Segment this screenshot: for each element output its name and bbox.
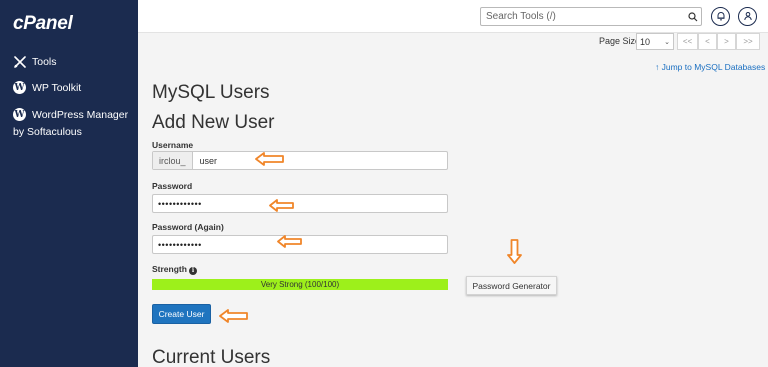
password-again-label: Password (Again): [152, 222, 224, 232]
user-icon: [743, 8, 753, 26]
page-size-value: 10: [640, 36, 651, 47]
sidebar-item-wp-toolkit[interactable]: W WP Toolkit: [13, 81, 81, 94]
chevron-down-icon: ⌄: [664, 38, 670, 46]
topbar: Search Tools (/): [138, 0, 768, 33]
strength-text: Very Strong (100/100): [260, 280, 340, 289]
notifications-button[interactable]: [711, 7, 730, 26]
page-size-select[interactable]: 10 ⌄: [636, 33, 674, 50]
password-generator-button[interactable]: Password Generator: [466, 276, 557, 295]
sidebar-item-sublabel[interactable]: by Softaculous: [13, 126, 82, 138]
page-size-label: Page Size: [599, 36, 641, 46]
cpanel-logo[interactable]: cPanel: [13, 13, 73, 35]
sidebar: cPanel Tools W WP Toolkit W WordPress Ma…: [0, 0, 138, 367]
sidebar-item-label: WordPress Manager: [32, 108, 129, 121]
annotation-arrow-down-icon: [507, 239, 522, 264]
jump-to-databases-link[interactable]: ↑ Jump to MySQL Databases: [655, 62, 765, 72]
sidebar-item-wordpress-manager[interactable]: W WordPress Manager: [13, 108, 128, 121]
current-users-heading: Current Users: [152, 347, 271, 367]
password-label: Password: [152, 181, 193, 191]
prev-page-button[interactable]: <: [698, 33, 717, 50]
wordpress-icon: W: [13, 108, 26, 121]
tools-icon: [13, 55, 26, 68]
annotation-arrow-left-icon: [277, 235, 302, 248]
first-page-button[interactable]: <<: [677, 33, 698, 50]
password-value: ••••••••••••: [158, 198, 202, 209]
password-field[interactable]: ••••••••••••: [152, 194, 448, 213]
sidebar-item-label: WP Toolkit: [32, 81, 82, 94]
username-field[interactable]: irclou_ user: [152, 151, 448, 170]
username-prefix: irclou_: [153, 152, 193, 169]
wordpress-icon: W: [13, 81, 26, 94]
annotation-arrow-left-icon: [269, 199, 294, 212]
username-label: Username: [152, 140, 194, 150]
annotation-arrow-left-icon: [255, 152, 284, 166]
page-title: MySQL Users: [152, 82, 270, 103]
info-icon[interactable]: i: [188, 266, 197, 275]
username-value: user: [199, 155, 218, 166]
add-new-user-heading: Add New User: [152, 112, 275, 133]
search-placeholder: Search Tools (/): [486, 11, 556, 22]
create-user-button[interactable]: Create User: [152, 304, 211, 324]
search-input[interactable]: Search Tools (/): [480, 7, 702, 26]
annotation-arrow-left-icon: [219, 309, 248, 323]
last-page-button[interactable]: >>: [736, 33, 760, 50]
strength-label: Strength i: [152, 264, 197, 275]
sidebar-item-tools[interactable]: Tools: [13, 55, 57, 68]
password-again-value: ••••••••••••: [158, 239, 202, 250]
sidebar-item-label: Tools: [32, 55, 57, 68]
strength-meter: Very Strong (100/100): [152, 279, 448, 290]
strength-label-text: Strength: [152, 264, 187, 274]
bell-icon: [716, 8, 726, 26]
search-icon[interactable]: [685, 11, 701, 22]
next-page-button[interactable]: >: [717, 33, 736, 50]
user-menu-button[interactable]: [738, 7, 757, 26]
